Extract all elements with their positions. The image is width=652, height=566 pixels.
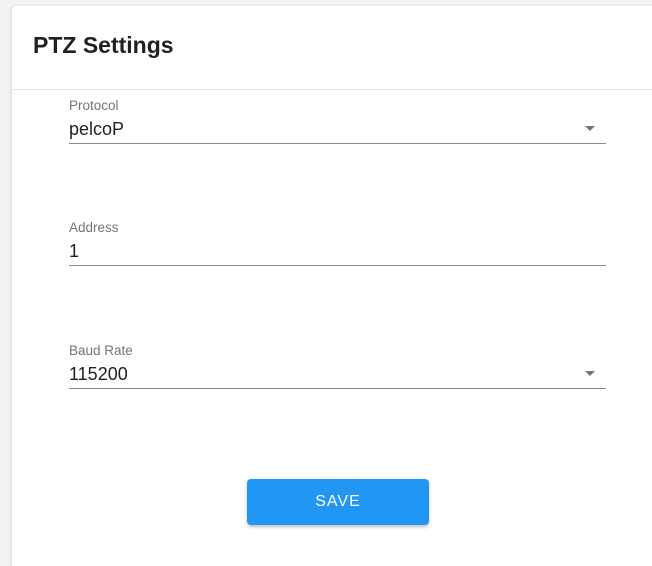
caret-down-icon[interactable] (585, 126, 595, 131)
caret-down-icon[interactable] (585, 371, 595, 376)
ptz-settings-card: PTZ Settings Protocol pelcoP Address 1 B… (12, 6, 652, 566)
protocol-value: pelcoP (69, 119, 125, 139)
address-value: 1 (69, 241, 80, 261)
baud-rate-value: 115200 (69, 364, 128, 384)
save-button[interactable]: SAVE (247, 479, 429, 525)
address-input[interactable]: 1 (69, 236, 606, 266)
protocol-label: Protocol (69, 98, 119, 113)
card-header: PTZ Settings (12, 6, 652, 90)
protocol-field: Protocol pelcoP (69, 98, 606, 144)
address-field: Address 1 (69, 220, 606, 266)
baud-rate-label: Baud Rate (69, 343, 133, 358)
address-label: Address (69, 220, 119, 235)
protocol-select[interactable]: pelcoP (69, 114, 606, 144)
baud-rate-select[interactable]: 115200 (69, 359, 606, 389)
baud-rate-field: Baud Rate 115200 (69, 343, 606, 389)
page-title: PTZ Settings (33, 32, 174, 58)
